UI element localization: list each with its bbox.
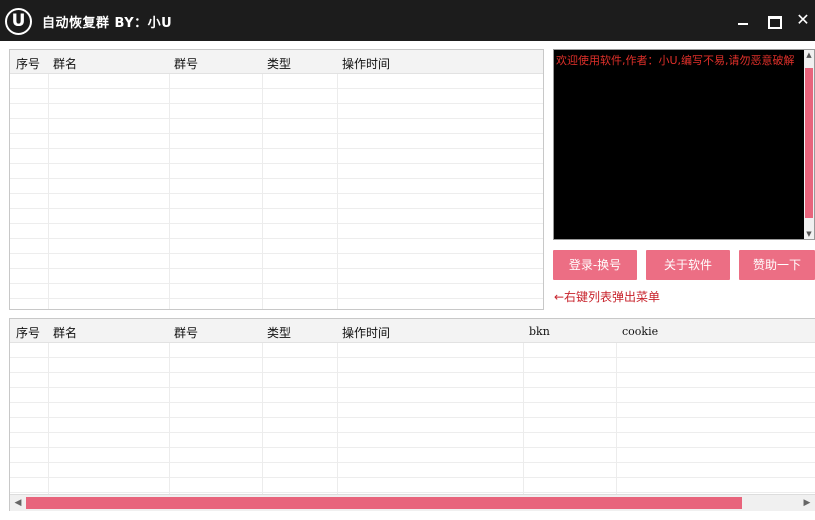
about-software-button[interactable]: 关于软件 xyxy=(646,250,730,280)
column-header-bkn[interactable]: bkn xyxy=(529,325,550,338)
table-header: 序号 群名 群号 类型 操作时间 bkn cookie xyxy=(10,319,815,343)
column-divider xyxy=(169,74,170,309)
scroll-right-icon[interactable]: ▶ xyxy=(800,495,814,511)
console-scroll-thumb[interactable] xyxy=(805,68,813,218)
column-header-group-number[interactable]: 群号 xyxy=(174,55,198,72)
column-header-type[interactable]: 类型 xyxy=(267,55,291,72)
log-message: 欢迎使用软件,作者：小U,编写不易,请勿恶意破解 xyxy=(556,54,795,67)
table-header: 序号 群名 群号 类型 操作时间 xyxy=(10,50,543,74)
title-bar: U 自动恢复群 BY：小U ✕ xyxy=(0,0,815,41)
scroll-left-icon[interactable]: ◀ xyxy=(11,495,25,511)
column-divider xyxy=(523,343,524,510)
result-list-table[interactable]: 序号 群名 群号 类型 操作时间 bkn cookie xyxy=(9,318,815,511)
column-divider xyxy=(337,74,338,309)
horizontal-scroll-thumb[interactable] xyxy=(26,497,742,509)
column-header-type[interactable]: 类型 xyxy=(267,324,291,341)
login-switch-account-button[interactable]: 登录-换号 xyxy=(553,250,637,280)
table-rows[interactable] xyxy=(10,343,815,510)
column-header-index[interactable]: 序号 xyxy=(16,324,40,341)
column-divider xyxy=(48,74,49,309)
column-header-group-name[interactable]: 群名 xyxy=(53,55,77,72)
column-header-operation-time[interactable]: 操作时间 xyxy=(342,55,390,72)
column-header-group-number[interactable]: 群号 xyxy=(174,324,198,341)
table-rows[interactable] xyxy=(10,74,543,309)
maximize-button[interactable] xyxy=(763,10,783,30)
window-title: 自动恢复群 BY：小U xyxy=(42,16,173,31)
column-divider xyxy=(262,343,263,510)
scroll-up-icon[interactable]: ▲ xyxy=(804,51,814,59)
console-scrollbar[interactable]: ▲ ▼ xyxy=(804,50,814,239)
column-header-index[interactable]: 序号 xyxy=(16,55,40,72)
group-list-table[interactable]: 序号 群名 群号 类型 操作时间 xyxy=(9,49,544,310)
minimize-button[interactable] xyxy=(733,10,753,30)
donate-button[interactable]: 赞助一下 xyxy=(739,250,815,280)
column-divider xyxy=(616,343,617,510)
horizontal-scrollbar[interactable]: ◀ ▶ xyxy=(10,494,815,511)
column-divider xyxy=(48,343,49,510)
column-header-group-name[interactable]: 群名 xyxy=(53,324,77,341)
column-divider xyxy=(337,343,338,510)
log-console[interactable]: 欢迎使用软件,作者：小U,编写不易,请勿恶意破解 ▲ ▼ xyxy=(553,49,815,240)
context-menu-hint: ←右键列表弹出菜单 xyxy=(554,290,661,304)
scroll-down-icon[interactable]: ▼ xyxy=(804,230,814,238)
column-divider xyxy=(169,343,170,510)
column-header-cookie[interactable]: cookie xyxy=(622,325,658,338)
close-button[interactable]: ✕ xyxy=(793,10,813,30)
app-logo-icon: U xyxy=(5,8,32,35)
column-divider xyxy=(262,74,263,309)
column-header-operation-time[interactable]: 操作时间 xyxy=(342,324,390,341)
